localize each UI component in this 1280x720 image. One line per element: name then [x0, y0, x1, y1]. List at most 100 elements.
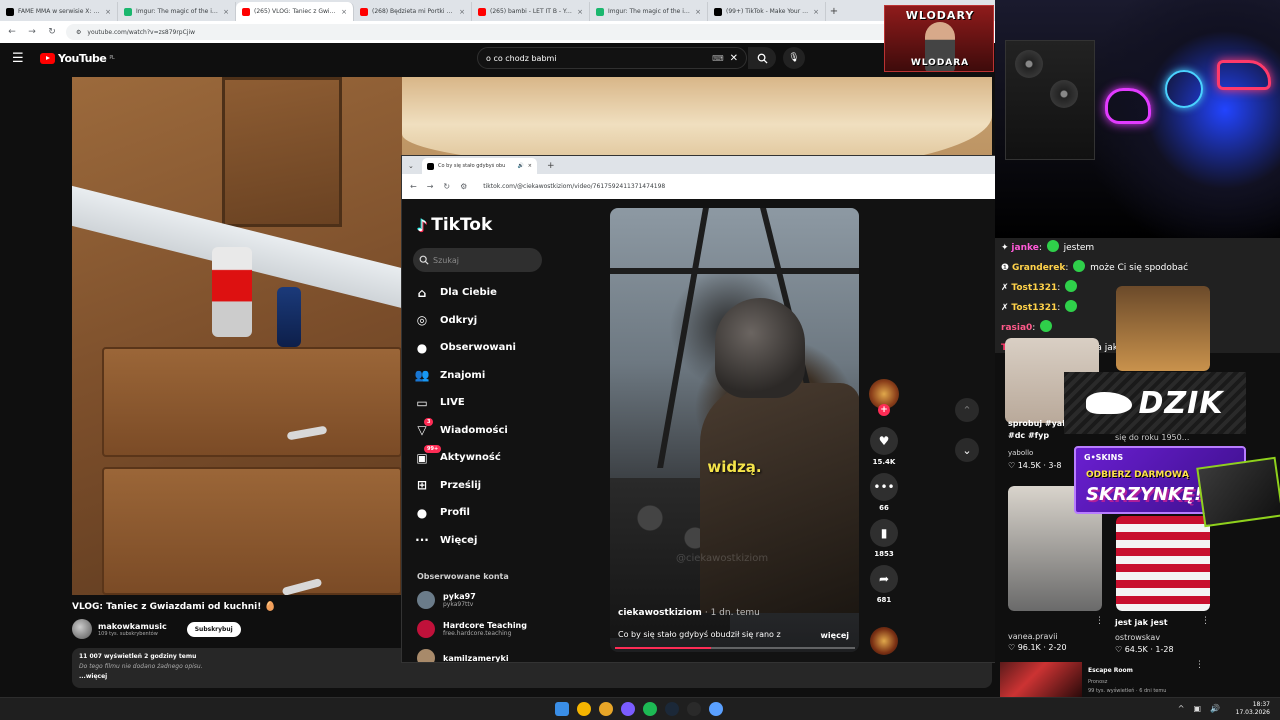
- browser-icon[interactable]: [709, 702, 723, 716]
- tiktok-nav-item[interactable]: ● Profil: [414, 499, 564, 527]
- video-author[interactable]: ciekawostkiziom · 1 dn. temu: [618, 608, 760, 618]
- tab-close-icon[interactable]: ×: [223, 8, 229, 16]
- bookmark-action[interactable]: ▮ 1853: [870, 519, 898, 558]
- account-info: Hardcore Teaching free.hardcore.teaching: [443, 621, 527, 637]
- tab-close-icon[interactable]: ×: [813, 8, 819, 16]
- network-icon[interactable]: ▣: [1193, 704, 1201, 713]
- tab-close-icon[interactable]: ×: [577, 8, 583, 16]
- site-info-icon[interactable]: ⚙: [460, 182, 467, 191]
- tiktok-nav-item[interactable]: ⌂ Dla Ciebie: [414, 279, 564, 307]
- cockpit-frame: [610, 268, 859, 274]
- volume-icon[interactable]: 🔊: [1210, 704, 1220, 713]
- search-button[interactable]: [748, 47, 776, 69]
- youtube-play-icon: [40, 52, 55, 64]
- video-card[interactable]: [1116, 286, 1210, 371]
- show-more-link[interactable]: ...więcej: [79, 672, 985, 682]
- follow-plus-icon[interactable]: +: [878, 404, 890, 416]
- tiktok-video[interactable]: widzą. @ciekawostkiziom ciekawostkiziom …: [610, 208, 859, 652]
- voice-search-mic-icon[interactable]: 🎙: [783, 47, 805, 69]
- tiktok-search-input[interactable]: Szukaj: [413, 248, 542, 272]
- file-explorer-icon[interactable]: [599, 702, 613, 716]
- tiktok-nav-item[interactable]: ● Obserwowani: [414, 334, 564, 362]
- site-info-icon[interactable]: ⚙: [76, 29, 81, 36]
- clear-search-icon[interactable]: ✕: [730, 53, 738, 64]
- tray-chevron-icon[interactable]: ^: [1178, 704, 1185, 713]
- channel-avatar[interactable]: [72, 619, 92, 639]
- previous-video-button[interactable]: ⌃: [955, 398, 979, 422]
- next-video-button[interactable]: ⌄: [955, 438, 979, 462]
- music-disc-icon[interactable]: [870, 627, 898, 655]
- video-thumbnail: [1116, 286, 1210, 371]
- tiktok-nav-item[interactable]: ··· Więcej: [414, 527, 564, 555]
- subscribe-button[interactable]: Subskrybuj: [186, 621, 241, 637]
- discord-icon[interactable]: [621, 702, 635, 716]
- audio-icon[interactable]: 🔊: [518, 163, 524, 169]
- steam-icon[interactable]: [665, 702, 679, 716]
- chat-username[interactable]: Tost1321: [1011, 283, 1057, 293]
- account-handle: free.hardcore.teaching: [443, 630, 512, 637]
- video-card[interactable]: [1116, 516, 1210, 611]
- nav-icon: ▭: [416, 395, 428, 410]
- chat-username[interactable]: rasia0: [1001, 323, 1032, 333]
- followed-account[interactable]: kamilzameryki: [417, 649, 509, 662]
- channel-name[interactable]: makowkamusic: [98, 622, 167, 631]
- tab-close-icon[interactable]: ×: [459, 8, 465, 16]
- chrome-icon[interactable]: [577, 702, 591, 716]
- tab-close-icon[interactable]: ×: [341, 8, 347, 16]
- recommended-video[interactable]: Escape Room Pronosz 99 tys. wyświetleń ·…: [1000, 660, 1280, 697]
- new-tab-button[interactable]: +: [826, 2, 842, 21]
- creator-avatar[interactable]: +: [869, 379, 899, 416]
- browser-tab[interactable]: Imgur: The magic of the intern ×: [590, 2, 708, 21]
- tiktok-address-text[interactable]: tiktok.com/@ciekawostkiziom/video/761759…: [483, 183, 665, 190]
- back-icon[interactable]: ←: [410, 182, 417, 191]
- tiktok-tab[interactable]: Co by się stało gdybyś obu 🔊 ×: [422, 158, 537, 174]
- browser-tab[interactable]: FAME MMA w serwisie X: „Od p ×: [0, 2, 118, 21]
- tiktok-nav-item[interactable]: ◎ Odkryj: [414, 307, 564, 335]
- youtube-search-input[interactable]: o co chodz babmi ⌨ ✕: [477, 47, 747, 69]
- tiktok-nav-item[interactable]: 👥 Znajomi: [414, 362, 564, 390]
- forward-icon[interactable]: →: [427, 182, 434, 191]
- back-icon[interactable]: ←: [6, 27, 18, 37]
- tiktok-nav-item[interactable]: ▣ Aktywność 99+: [414, 444, 564, 472]
- more-link[interactable]: więcej: [821, 631, 849, 640]
- chat-message: ✦ janke: jestem: [1001, 238, 1274, 258]
- browser-tab[interactable]: (268) Będzieta mi Portki Prać | L ×: [354, 2, 472, 21]
- more-options-icon[interactable]: ⋮: [1201, 616, 1210, 626]
- clock[interactable]: 18:37 17.03.2026: [1236, 701, 1270, 717]
- hamburger-menu-icon[interactable]: ☰: [12, 51, 28, 66]
- more-options-icon[interactable]: ⋮: [1095, 616, 1104, 626]
- new-tab-button[interactable]: +: [547, 158, 555, 174]
- browser-tab[interactable]: (99+) TikTok - Make Your Day ×: [708, 2, 826, 21]
- followed-account[interactable]: pyka97 pyka97ttv: [417, 591, 476, 609]
- browser-tab[interactable]: Imgur: The magic of the intern ×: [118, 2, 236, 21]
- tiktok-nav-item[interactable]: ▽ Wiadomości 3: [414, 417, 564, 445]
- spotify-icon[interactable]: [643, 702, 657, 716]
- reload-icon[interactable]: ↻: [46, 27, 58, 37]
- browser-tab[interactable]: (265) bambi - LET IT B - YouTub×: [472, 2, 590, 21]
- comment-action[interactable]: ••• 66: [870, 473, 898, 512]
- account-avatar: [417, 620, 435, 638]
- reload-icon[interactable]: ↻: [443, 182, 450, 191]
- tiktok-nav-item[interactable]: ⊞ Prześlij: [414, 472, 564, 500]
- tab-close-icon[interactable]: ×: [695, 8, 701, 16]
- youtube-logo[interactable]: YouTube PL: [40, 52, 115, 65]
- chat-username[interactable]: Tost1321: [1011, 303, 1057, 313]
- keyboard-icon[interactable]: ⌨: [712, 54, 724, 63]
- address-bar[interactable]: ⚙ youtube.com/watch?v=zs879rpCjiw: [66, 24, 926, 40]
- forward-icon[interactable]: →: [26, 27, 38, 37]
- tiktok-nav-item[interactable]: ▭ LIVE: [414, 389, 564, 417]
- chat-username[interactable]: Granderek: [1012, 263, 1065, 273]
- tab-close-icon[interactable]: ×: [105, 8, 111, 16]
- obs-icon[interactable]: [687, 702, 701, 716]
- start-icon[interactable]: [555, 702, 569, 716]
- tiktok-logo[interactable]: ♪ TikTok: [417, 215, 492, 235]
- share-action[interactable]: ➦ 681: [870, 565, 898, 604]
- video-progress-bar[interactable]: [615, 647, 855, 649]
- chat-username[interactable]: janke: [1011, 243, 1038, 253]
- browser-tab[interactable]: (265) VLOG: Taniec z Gwiazdam ×: [236, 2, 354, 21]
- like-action[interactable]: ♥ 15.4K: [870, 427, 898, 466]
- tab-close-icon[interactable]: ×: [528, 163, 532, 169]
- more-options-icon[interactable]: ⋮: [1195, 660, 1204, 670]
- followed-account[interactable]: Hardcore Teaching free.hardcore.teaching: [417, 620, 527, 638]
- tab-search-chevron-icon[interactable]: ⌄: [408, 158, 418, 174]
